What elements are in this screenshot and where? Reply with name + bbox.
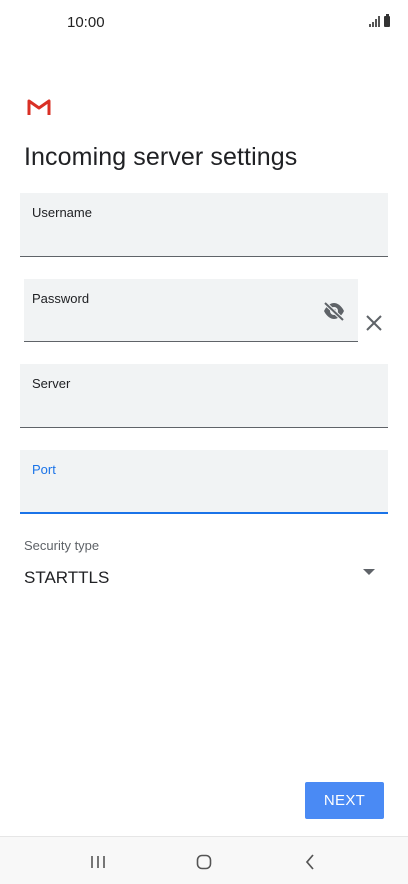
password-field[interactable]: Password (24, 279, 358, 342)
port-field[interactable]: Port (20, 450, 388, 514)
port-label: Port (32, 462, 56, 477)
navigation-bar (0, 836, 408, 884)
screen: 10:00 Incoming server settings Username … (0, 0, 408, 884)
security-type-label: Security type (24, 538, 100, 553)
next-button[interactable]: NEXT (305, 782, 384, 819)
password-input[interactable] (32, 313, 314, 333)
back-icon[interactable] (304, 853, 316, 871)
close-icon[interactable] (364, 313, 384, 333)
username-label: Username (32, 205, 92, 220)
password-label: Password (32, 291, 90, 306)
gmail-logo (27, 99, 51, 115)
status-icons (369, 14, 390, 27)
username-input[interactable] (32, 228, 376, 248)
recents-icon[interactable] (89, 855, 107, 869)
page-title: Incoming server settings (24, 143, 298, 171)
battery-icon (384, 14, 390, 27)
security-type-select[interactable]: STARTTLS (0, 560, 408, 596)
status-time: 10:00 (67, 14, 105, 31)
username-field[interactable]: Username (20, 193, 388, 257)
server-label: Server (32, 376, 71, 391)
security-type-value: STARTTLS (24, 568, 110, 587)
home-icon[interactable] (196, 854, 212, 870)
port-input[interactable] (32, 484, 376, 504)
status-bar: 10:00 (0, 0, 408, 46)
visibility-off-icon[interactable] (322, 301, 346, 321)
dropdown-arrow-icon (363, 569, 375, 575)
signal-icon (369, 15, 380, 27)
server-input[interactable] (32, 399, 376, 419)
server-field[interactable]: Server (20, 364, 388, 428)
